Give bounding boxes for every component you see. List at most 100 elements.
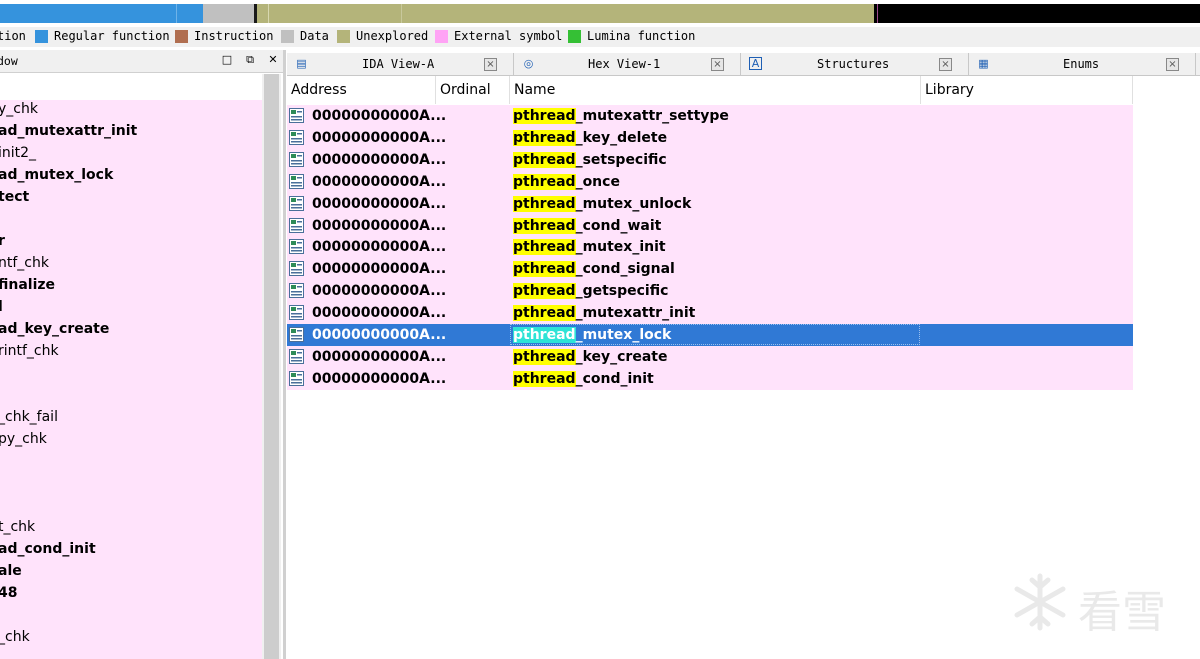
import-entry-icon: [289, 327, 304, 342]
hex-view-icon: ◎: [523, 57, 534, 70]
legend-label: External symbol: [454, 29, 563, 43]
imports-header: Address Ordinal Name Library: [287, 76, 1133, 104]
column-header-library[interactable]: Library: [921, 76, 1133, 104]
name-suffix: _once: [575, 173, 620, 190]
name-suffix: _mutex_unlock: [575, 195, 692, 212]
close-button[interactable]: ✕: [266, 53, 280, 67]
function-list-item[interactable]: l: [0, 296, 3, 318]
float-button[interactable]: ⧉: [243, 53, 257, 67]
import-entry-icon: [289, 173, 304, 189]
function-list-item[interactable]: y_chk: [0, 98, 38, 120]
function-list-item[interactable]: finalize: [0, 274, 55, 296]
name-suffix: _key_create: [575, 348, 668, 365]
name-cell: pthread_once: [513, 171, 620, 193]
function-list-item[interactable]: _chk: [0, 626, 30, 648]
table-row[interactable]: 00000000000A... pthread_key_delete: [287, 126, 1133, 149]
nav-seg-data: [203, 4, 254, 23]
import-entry-icon: [289, 370, 304, 386]
structures-icon: A: [749, 57, 762, 70]
legend-item-unexplored: Unexplored: [337, 29, 428, 43]
address-cell: 00000000000A...: [312, 305, 447, 322]
snowflake-logo-icon: [1014, 573, 1066, 631]
close-icon[interactable]: ×: [939, 58, 952, 71]
nav-seg-dark-edge: [877, 4, 878, 23]
table-row[interactable]: 00000000000A... pthread_key_create: [287, 345, 1133, 368]
column-header-ordinal[interactable]: Ordinal: [436, 76, 510, 104]
legend-item-external-symbol: External symbol: [435, 29, 562, 43]
legend-label: tion: [0, 29, 26, 43]
tab-hex-view-1[interactable]: ◎ Hex View-1 ×: [514, 53, 741, 75]
table-row[interactable]: 00000000000A... pthread_cond_signal: [287, 258, 1133, 281]
ida-view-icon: ▤: [296, 57, 307, 70]
splitter[interactable]: [283, 50, 286, 659]
function-list-item[interactable]: ale: [0, 560, 22, 582]
function-list-item[interactable]: init2_: [0, 142, 36, 164]
import-entry-icon: [289, 108, 304, 123]
functions-scrollbar[interactable]: [262, 74, 281, 659]
tab-structures[interactable]: A Structures ×: [741, 53, 969, 75]
legend-item-function: tion: [0, 29, 26, 43]
table-row[interactable]: 00000000000A... pthread_cond_wait: [287, 214, 1133, 237]
address-cell: 00000000000A...: [312, 283, 447, 300]
name-cell: pthread_mutexattr_init: [513, 302, 695, 324]
nav-seg-unexplored-line: [268, 4, 269, 23]
legend-label: Unexplored: [356, 29, 429, 43]
table-row[interactable]: 00000000000A... pthread_mutexattr_init: [287, 302, 1133, 325]
name-suffix: _getspecific: [575, 283, 669, 300]
tab-label: IDA View-A: [362, 57, 435, 71]
function-list-item[interactable]: tect: [0, 186, 29, 208]
name-suffix: _cond_signal: [575, 261, 675, 278]
search-highlight: pthread: [513, 370, 576, 387]
close-icon[interactable]: ×: [484, 58, 497, 71]
table-row[interactable]: 00000000000A... pthread_setspecific: [287, 148, 1133, 171]
name-suffix: _cond_init: [575, 370, 654, 387]
watermark-text: 看雪: [1078, 587, 1166, 638]
name-suffix: _setspecific: [575, 151, 667, 168]
name-cell: pthread_mutexattr_settype: [513, 105, 729, 127]
function-list-item[interactable]: ad_mutexattr_init: [0, 120, 137, 142]
search-highlight: pthread: [513, 261, 576, 278]
scrollbar-thumb[interactable]: [264, 74, 279, 659]
functions-window-titlebar[interactable]: dow □ ⧉ ✕: [0, 50, 286, 73]
table-row[interactable]: 00000000000A... pthread_once: [287, 170, 1133, 193]
table-row[interactable]: 00000000000A... pthread_cond_init: [287, 367, 1133, 390]
address-cell: 00000000000A...: [312, 108, 447, 124]
tab-label: Hex View-1: [588, 57, 661, 71]
function-list-item[interactable]: 48: [0, 582, 17, 604]
close-icon[interactable]: ×: [1166, 58, 1179, 71]
table-row[interactable]: 00000000000A... pthread_mutexattr_settype: [287, 105, 1133, 127]
tab-enums[interactable]: ▦ Enums ×: [969, 53, 1196, 75]
navigation-band[interactable]: [0, 0, 1200, 26]
function-list-item[interactable]: r: [0, 230, 5, 252]
tab-ida-view-a[interactable]: ▤ IDA View-A ×: [287, 53, 514, 75]
name-cell: pthread_mutex_lock: [513, 324, 671, 346]
search-highlight: pthread: [513, 305, 576, 322]
table-row[interactable]: 00000000000A... pthread_mutex_init: [287, 236, 1133, 259]
import-entry-icon: [289, 129, 304, 145]
function-list-item[interactable]: ad_mutex_lock: [0, 164, 113, 186]
functions-list[interactable]: y_chk ad_mutexattr_init init2_ ad_mutex_loc…: [0, 100, 262, 659]
enums-icon: ▦: [978, 57, 989, 70]
function-list-item[interactable]: ntf_chk: [0, 252, 49, 274]
table-row[interactable]: 00000000000A... pthread_getspecific: [287, 280, 1133, 303]
tab-bar: ▤ IDA View-A × ◎ Hex View-1 × A Structur…: [287, 53, 1200, 76]
column-header-address[interactable]: Address: [287, 76, 436, 104]
name-suffix: _mutexattr_init: [575, 305, 696, 322]
name-suffix: _mutexattr_settype: [575, 108, 729, 124]
search-highlight: pthread: [513, 348, 576, 365]
table-row-selected[interactable]: 00000000000A... pthread_mutex_lock: [287, 324, 1133, 346]
watermark: 看雪: [1008, 570, 1188, 638]
function-list-item[interactable]: ad_cond_init: [0, 538, 96, 560]
function-list-item[interactable]: rintf_chk: [0, 340, 59, 362]
function-list-item[interactable]: t_chk: [0, 516, 35, 538]
name-suffix: _cond_wait: [575, 217, 662, 234]
address-cell: 00000000000A...: [312, 348, 447, 365]
close-icon[interactable]: ×: [711, 58, 724, 71]
function-list-item[interactable]: ad_key_create: [0, 318, 109, 340]
column-header-name[interactable]: Name: [510, 76, 921, 104]
table-row[interactable]: 00000000000A... pthread_mutex_unlock: [287, 192, 1133, 215]
minimize-button[interactable]: □: [220, 53, 234, 67]
function-list-item[interactable]: _chk_fail: [0, 406, 58, 428]
import-entry-icon: [289, 239, 304, 255]
function-list-item[interactable]: py_chk: [0, 428, 47, 450]
